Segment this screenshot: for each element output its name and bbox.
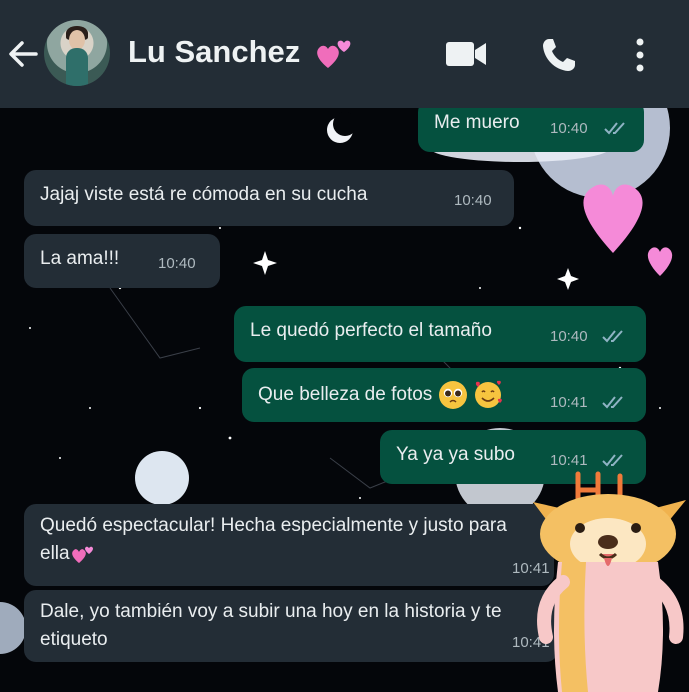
message-bubble-outgoing[interactable]: Que belleza de fotos 10:41 — [242, 368, 646, 422]
message-text: Que belleza de fotos — [258, 380, 503, 410]
chat-header: Lu Sanchez — [0, 0, 689, 108]
message-text: Quedó espectacular! Hecha especialmente … — [40, 512, 540, 568]
message-time: 10:41 — [550, 394, 588, 411]
message-bubble-incoming[interactable]: Quedó espectacular! Hecha especialmente … — [24, 504, 554, 586]
avatar[interactable] — [44, 20, 110, 86]
pleading-face-emoji-icon — [438, 381, 467, 409]
phone-icon[interactable] — [540, 36, 578, 74]
double-check-icon — [602, 396, 623, 409]
sticker-text: HI — [598, 462, 600, 463]
message-time: 10:40 — [550, 328, 588, 345]
message-time: 10:40 — [550, 120, 588, 137]
double-check-icon — [604, 122, 625, 135]
message-text: Le quedó perfecto el tamaño — [250, 320, 492, 341]
message-text: Ya ya ya subo — [396, 444, 516, 465]
message-text-content: Quedó espectacular! Hecha especialmente … — [40, 515, 507, 564]
message-text-content: Que belleza de fotos — [258, 384, 433, 406]
message-bubble-incoming[interactable]: La ama!!! 10:40 — [24, 234, 220, 288]
message-time: 10:40 — [158, 255, 196, 272]
smiling-face-with-hearts-emoji-icon — [474, 380, 502, 408]
video-call-icon[interactable] — [445, 38, 487, 70]
dog-hi-sticker: HI — [533, 462, 686, 692]
contact-name[interactable]: Lu Sanchez — [128, 34, 300, 70]
more-options-icon[interactable] — [630, 36, 650, 74]
heart-icon — [317, 40, 351, 68]
message-bubble-incoming[interactable]: Jajaj viste está re cómoda en su cucha 1… — [24, 170, 514, 226]
double-check-icon — [602, 330, 623, 343]
back-arrow-icon[interactable] — [6, 32, 40, 76]
message-text: Me muero — [434, 112, 520, 133]
message-time: 10:40 — [454, 192, 492, 209]
message-text: Dale, yo también voy a subir una hoy en … — [40, 601, 502, 650]
message-bubble-outgoing[interactable]: Le quedó perfecto el tamaño 10:40 — [234, 306, 646, 362]
chat-screen: Lu Sanchez Me muero 10:40 Jajaj viste es… — [0, 0, 689, 692]
message-text: La ama!!! — [40, 248, 120, 269]
message-bubble-incoming[interactable]: Dale, yo también voy a subir una hoy en … — [24, 590, 558, 662]
message-text: Jajaj viste está re cómoda en su cucha — [40, 184, 368, 205]
heart-icon — [71, 546, 93, 563]
